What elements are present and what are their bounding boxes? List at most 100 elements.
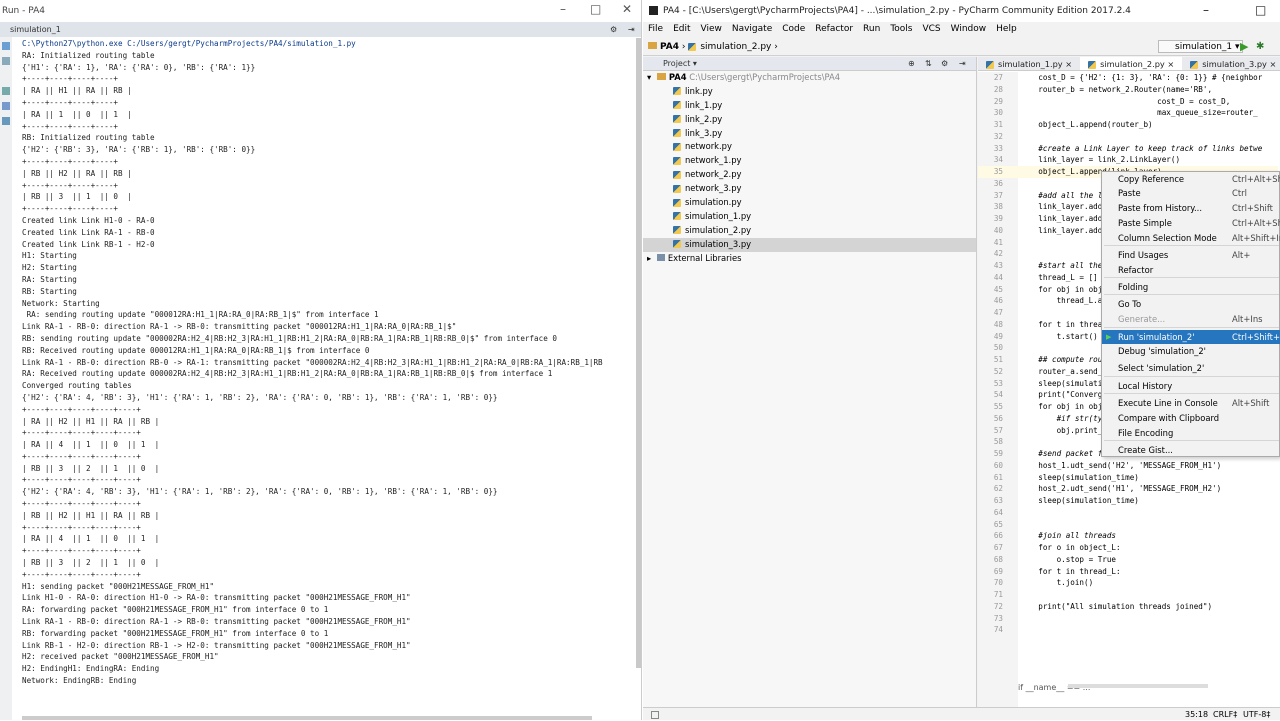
close-tab-icon[interactable]: × xyxy=(1167,59,1174,69)
code-line[interactable]: 27 cost_D = {'H2': {1: 3}, 'RA': {0: 1}}… xyxy=(978,72,1278,84)
editor-tab[interactable]: simulation_3.py × xyxy=(1182,57,1280,70)
context-menu-item[interactable]: Paste Ctrl xyxy=(1102,186,1280,200)
file-encoding[interactable]: UTF-8‡ xyxy=(1243,708,1270,721)
project-file[interactable]: simulation_1.py xyxy=(643,210,976,224)
context-menu-item[interactable]: Refactor xyxy=(1102,263,1280,277)
code-line[interactable]: 74 xyxy=(978,624,1278,636)
project-file[interactable]: link_2.py xyxy=(643,113,976,127)
minimize-icon[interactable]: – xyxy=(1203,3,1209,17)
menu-vcs[interactable]: VCS xyxy=(917,22,945,37)
code-line[interactable]: 68 o.stop = True xyxy=(978,554,1278,566)
context-menu-item[interactable]: Execute Line in Console Alt+Shift xyxy=(1102,396,1280,410)
menu-view[interactable]: View xyxy=(696,22,727,37)
scroll-from-source-icon[interactable]: ⊕ xyxy=(908,57,915,71)
project-file[interactable]: network.py xyxy=(643,140,976,154)
context-menu-item[interactable]: Local History xyxy=(1102,379,1280,393)
context-menu-item[interactable]: Paste Simple Ctrl+Alt+Shift xyxy=(1102,216,1280,230)
line-separator[interactable]: CRLF‡ xyxy=(1213,708,1237,721)
breadcrumb-root[interactable]: PA4 xyxy=(660,42,679,52)
project-file[interactable]: simulation_3.py xyxy=(643,237,976,252)
menu-file[interactable]: File xyxy=(643,22,668,37)
rerun-icon[interactable] xyxy=(2,42,10,50)
gear-icon[interactable]: ⚙ xyxy=(941,57,948,71)
context-menu-item[interactable]: Run 'simulation_2' Ctrl+Shift+F ▶ xyxy=(1102,330,1280,344)
run-config-select[interactable]: simulation_1 ▾ xyxy=(1158,40,1243,53)
code-line[interactable]: 65 xyxy=(978,519,1278,531)
code-line[interactable]: 33 #create a Link Layer to keep track of… xyxy=(978,143,1278,155)
code-line[interactable]: 29 cost_D = cost_D, xyxy=(978,96,1278,108)
run-icon[interactable]: ▶ xyxy=(1240,38,1248,56)
context-menu-item[interactable]: Create Gist... xyxy=(1102,443,1280,457)
hide-icon[interactable]: ⇥ xyxy=(959,57,966,71)
code-line[interactable]: 67 for o in object_L: xyxy=(978,542,1278,554)
code-line[interactable]: 69 for t in thread_L: xyxy=(978,566,1278,578)
close-tab-icon[interactable]: × xyxy=(1270,59,1277,69)
code-line[interactable]: 64 xyxy=(978,507,1278,519)
code-line[interactable]: 66 #join all threads xyxy=(978,530,1278,542)
trash-icon[interactable] xyxy=(2,117,10,125)
hide-icon[interactable]: ⇥ xyxy=(628,22,635,37)
menu-tools[interactable]: Tools xyxy=(885,22,917,37)
project-file[interactable]: link.py xyxy=(643,85,976,99)
print-icon[interactable] xyxy=(2,102,10,110)
code-line[interactable]: 70 t.join() xyxy=(978,577,1278,589)
context-menu-item[interactable]: Select 'simulation_2' xyxy=(1102,361,1280,375)
context-menu-item[interactable]: Find Usages Alt+ xyxy=(1102,248,1280,262)
code-line[interactable]: 60 host_1.udt_send('H2', 'MESSAGE_FROM_H… xyxy=(978,460,1278,472)
menu-run[interactable]: Run xyxy=(858,22,885,37)
close-icon[interactable]: ✕ xyxy=(622,2,632,16)
code-line[interactable]: 62 host_2.udt_send('H1', 'MESSAGE_FROM_H… xyxy=(978,483,1278,495)
code-line[interactable]: 28 router_b = network_2.Router(name='RB'… xyxy=(978,84,1278,96)
console-output[interactable]: C:\Python27\python.exe C:/Users/gergt/Py… xyxy=(22,38,640,687)
maximize-icon[interactable]: □ xyxy=(1255,3,1266,17)
minimize-icon[interactable]: – xyxy=(560,2,566,16)
code-line[interactable]: 34 link_layer = link_2.LinkLayer() xyxy=(978,154,1278,166)
gear-icon[interactable]: ⚙ xyxy=(610,22,617,37)
code-line[interactable]: 61 sleep(simulation_time) xyxy=(978,472,1278,484)
project-file[interactable]: network_1.py xyxy=(643,154,976,168)
scroll-end-icon[interactable] xyxy=(2,87,10,95)
context-menu-item[interactable]: Generate... Alt+Ins xyxy=(1102,312,1280,326)
context-menu-item[interactable]: Go To xyxy=(1102,297,1280,311)
project-file[interactable]: link_1.py xyxy=(643,99,976,113)
maximize-icon[interactable]: □ xyxy=(590,2,601,16)
project-file[interactable]: network_2.py xyxy=(643,168,976,182)
project-root[interactable]: ▾ PA4 C:\Users\gergt\PycharmProjects\PA4 xyxy=(643,71,976,85)
menu-navigate[interactable]: Navigate xyxy=(727,22,777,37)
context-menu-item[interactable]: Paste from History... Ctrl+Shift xyxy=(1102,201,1280,215)
menu-code[interactable]: Code xyxy=(777,22,810,37)
menu-help[interactable]: Help xyxy=(991,22,1022,37)
console-scrollbar[interactable] xyxy=(636,38,641,668)
context-menu-item[interactable]: File Encoding xyxy=(1102,426,1280,440)
project-file[interactable]: network_3.py xyxy=(643,182,976,196)
code-line[interactable]: 73 xyxy=(978,613,1278,625)
code-line[interactable]: 63 sleep(simulation_time) xyxy=(978,495,1278,507)
menu-edit[interactable]: Edit xyxy=(668,22,695,37)
breadcrumb-file[interactable]: simulation_2.py xyxy=(700,42,771,52)
project-panel-header[interactable]: Project ▾ ⊕ ⇅ ⚙ ⇥ xyxy=(643,57,976,71)
console-hscrollbar[interactable] xyxy=(22,716,592,720)
code-line[interactable]: 71 xyxy=(978,589,1278,601)
caret-position[interactable]: 35:18 xyxy=(1185,708,1208,721)
context-menu-item[interactable]: Debug 'simulation_2' xyxy=(1102,344,1280,358)
debug-icon[interactable]: ✱ xyxy=(1256,38,1264,56)
run-tab[interactable]: simulation_1 ⚙ ⇥ xyxy=(0,22,641,37)
collapse-icon[interactable]: ⇅ xyxy=(925,57,932,71)
editor-hscrollbar[interactable] xyxy=(1068,684,1208,688)
context-menu-item[interactable]: Column Selection Mode Alt+Shift+Ins xyxy=(1102,231,1280,245)
code-line[interactable]: 72 print("All simulation threads joined"… xyxy=(978,601,1278,613)
code-line[interactable]: 32 xyxy=(978,131,1278,143)
external-libraries[interactable]: ▸ External Libraries xyxy=(643,252,976,266)
editor-tab[interactable]: simulation_2.py × xyxy=(1080,57,1183,70)
context-menu-item[interactable]: Compare with Clipboard xyxy=(1102,411,1280,425)
context-menu-item[interactable]: Folding xyxy=(1102,280,1280,294)
project-file[interactable]: simulation.py xyxy=(643,196,976,210)
tool-windows-icon[interactable] xyxy=(651,711,659,719)
project-file[interactable]: simulation_2.py xyxy=(643,224,976,238)
close-tab-icon[interactable]: × xyxy=(1065,59,1072,69)
menu-window[interactable]: Window xyxy=(946,22,992,37)
code-line[interactable]: 31 object_L.append(router_b) xyxy=(978,119,1278,131)
editor-tab[interactable]: simulation_1.py × xyxy=(978,57,1080,70)
code-line[interactable]: 30 max_queue_size=router_ xyxy=(978,107,1278,119)
menu-refactor[interactable]: Refactor xyxy=(810,22,858,37)
